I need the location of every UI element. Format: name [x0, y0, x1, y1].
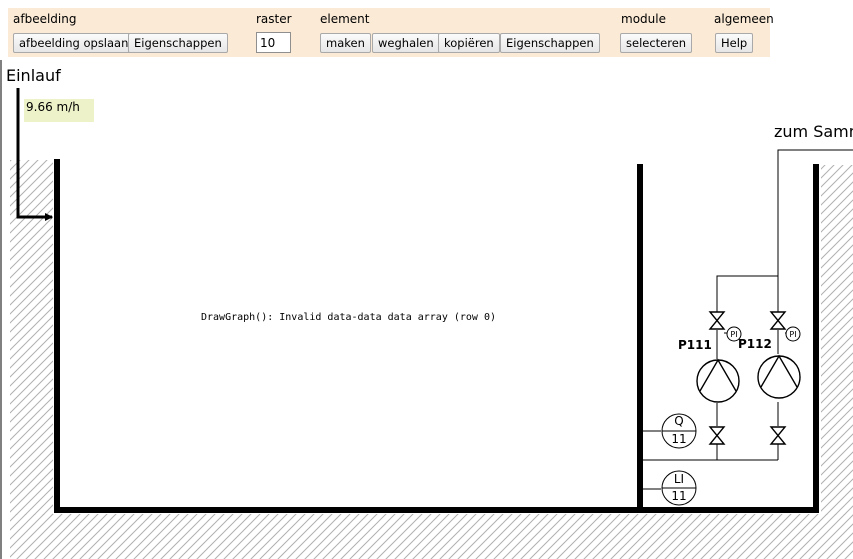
pi-label: PI — [730, 330, 737, 339]
flow-instrument-number: 11 — [671, 432, 686, 446]
group-label-element: element — [320, 12, 370, 26]
right-ground-hatch — [821, 165, 853, 515]
pressure-indicator-2: PI — [785, 326, 801, 342]
basin-walls — [54, 159, 819, 513]
left-ground-hatch — [10, 160, 53, 515]
toolbar: afbeelding raster element module algemee… — [8, 8, 774, 57]
group-label-module: module — [621, 12, 666, 26]
save-image-button[interactable]: afbeelding opslaan — [13, 33, 135, 53]
graph-error-message: DrawGraph(): Invalid data-data data arra… — [201, 312, 496, 323]
inlet-label: Einlauf — [6, 66, 61, 85]
help-button[interactable]: Help — [715, 33, 754, 53]
group-label-algemeen: algemeen — [714, 12, 774, 26]
flow-value: 9.66 m/h — [26, 100, 80, 114]
element-properties-button[interactable]: Eigenschappen — [500, 33, 600, 53]
remove-element-button[interactable]: weghalen — [372, 33, 440, 53]
level-instrument: LI 11 — [661, 470, 697, 506]
make-element-button[interactable]: maken — [320, 33, 371, 53]
image-properties-button[interactable]: Eigenschappen — [128, 33, 228, 53]
pump-tag-p112: P112 — [738, 337, 772, 351]
valve-icon — [769, 311, 787, 330]
flow-instrument: Q 11 — [661, 413, 697, 449]
pump-icon — [757, 354, 801, 399]
pi-label: PI — [789, 330, 796, 339]
group-label-raster: raster — [256, 12, 292, 26]
pump-icon — [696, 358, 740, 403]
outlet-label: zum Samm — [774, 122, 853, 141]
valve-icon — [708, 426, 726, 445]
process-diagram: Einlauf 9.66 m/h zum Samm DrawGraph(): I… — [0, 60, 853, 559]
valve-icon — [769, 426, 787, 445]
group-label-afbeelding: afbeelding — [13, 12, 77, 26]
select-module-button[interactable]: selecteren — [620, 33, 693, 53]
pump-tag-p111: P111 — [678, 338, 712, 352]
copy-element-button[interactable]: kopiëren — [438, 33, 500, 53]
raster-input[interactable] — [256, 32, 291, 53]
level-instrument-number: 11 — [671, 489, 686, 503]
level-instrument-letter: LI — [674, 472, 684, 486]
valve-icon — [708, 311, 726, 330]
flow-instrument-letter: Q — [674, 414, 683, 428]
bottom-ground-hatch — [10, 514, 853, 559]
